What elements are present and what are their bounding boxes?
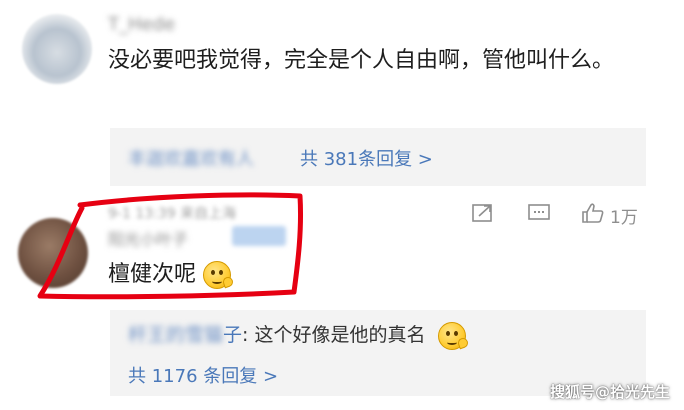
- comment-text-content: 檀健次呢: [108, 262, 197, 287]
- replies-count-link[interactable]: 共 381条回复 >: [300, 145, 433, 171]
- thinking-face-icon: [203, 261, 235, 289]
- thumbs-up-icon[interactable]: [580, 201, 606, 225]
- watermark: 搜狐号@拾光先生: [549, 383, 670, 401]
- user-badge: [232, 226, 286, 246]
- reply-preview-text: : 这个好像是他的真名: [242, 324, 426, 346]
- reply-preview-user-visible[interactable]: 子: [223, 324, 242, 346]
- like-count: 1万: [610, 208, 638, 228]
- thinking-face-icon: [437, 321, 469, 350]
- share-icon[interactable]: [470, 202, 496, 224]
- comment-icon[interactable]: [526, 202, 552, 224]
- username[interactable]: T_Hede: [108, 14, 175, 35]
- avatar[interactable]: [18, 218, 88, 288]
- avatar[interactable]: [22, 14, 92, 84]
- username[interactable]: 阳光小叶子: [108, 226, 188, 250]
- reply-preview-box[interactable]: 丰迦欢嘉欢有人 共 381条回复 >: [110, 128, 646, 186]
- comment-actions: 1万: [470, 201, 650, 228]
- replies-count-link[interactable]: 共 1176 条回复 >: [128, 362, 278, 388]
- comment-meta: 9-1 13:39 来自上海: [108, 206, 237, 222]
- reply-preview-user[interactable]: 杆王的雪猫: [128, 324, 223, 346]
- comment-text: 没必要吧我觉得，完全是个人自由啊，管他叫什么。: [108, 48, 615, 73]
- comment-text: 檀健次呢: [108, 258, 235, 292]
- reply-preview-user: 丰迦欢嘉欢有人: [128, 149, 254, 170]
- reply-preview-line: 杆王的雪猫子: 这个好像是他的真名: [128, 320, 469, 350]
